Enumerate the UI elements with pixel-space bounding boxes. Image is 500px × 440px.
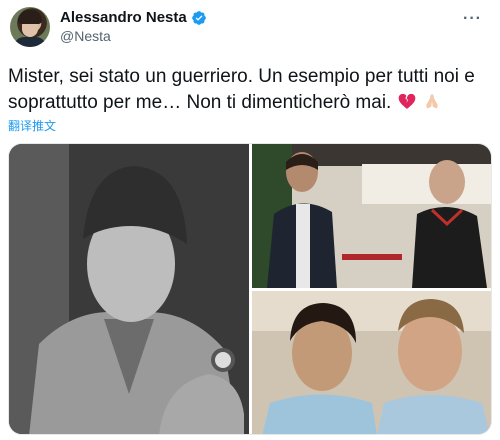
tweet-text: Mister, sei stato un guerriero. Un esemp…	[8, 64, 494, 116]
avatar[interactable]	[10, 7, 50, 47]
two-players-illustration	[252, 291, 491, 434]
two-men-talking-photo[interactable]	[252, 144, 491, 288]
verified-badge-icon	[191, 10, 207, 26]
main-portrait-photo[interactable]	[9, 144, 249, 434]
author-display-name[interactable]: Alessandro Nesta	[60, 9, 187, 26]
avatar-body-shape	[14, 37, 46, 47]
author-name-row: Alessandro Nesta	[60, 9, 207, 26]
tweet-media-grid	[8, 143, 492, 435]
translate-tweet-link[interactable]: 翻译推文	[8, 117, 56, 134]
main-portrait-illustration	[9, 144, 249, 434]
more-options-button[interactable]: ···	[463, 10, 482, 28]
two-players-photo[interactable]	[252, 291, 491, 434]
avatar-hair-shape	[18, 10, 42, 24]
folded-hands-icon	[422, 91, 442, 111]
two-men-illustration	[252, 144, 491, 288]
broken-heart-icon	[397, 91, 417, 111]
author-handle[interactable]: @Nesta	[60, 28, 111, 44]
